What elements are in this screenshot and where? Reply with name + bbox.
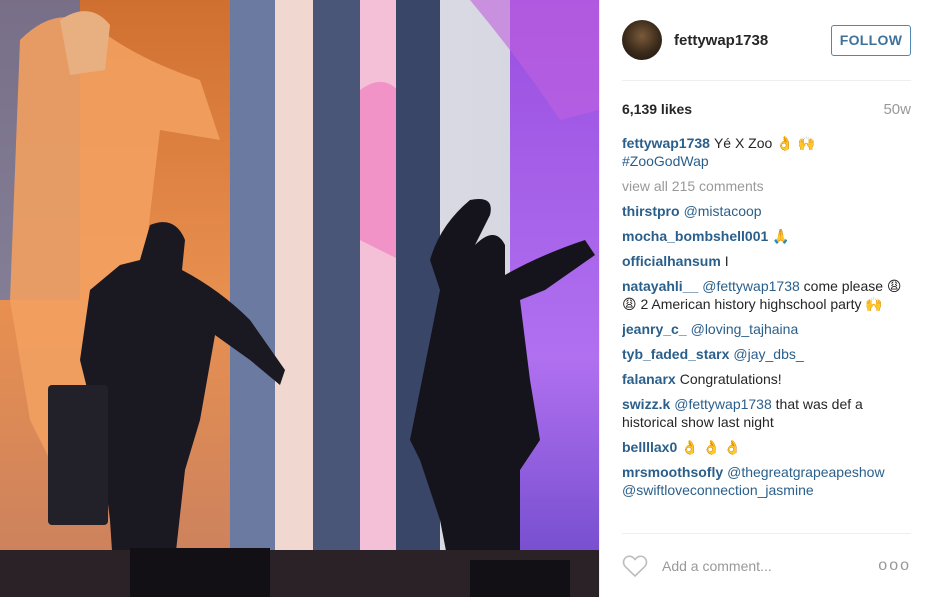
comment-username[interactable]: jeanry_c_ (622, 321, 687, 337)
comment-text: Congratulations! (679, 371, 782, 387)
list-item: jeanry_c_ @loving_tajhaina (622, 320, 911, 338)
caption-username[interactable]: fettywap1738 (622, 135, 710, 151)
comment-bar: Add a comment... ooo (622, 533, 911, 598)
caption-text: Yé X Zoo 👌 🙌 (713, 135, 815, 151)
list-item: swizz.k @fettywap1738 that was def a hist… (622, 395, 911, 431)
list-item: bellllax0 👌 👌 👌 (622, 438, 911, 456)
list-item: natayahli__ @fettywap1738 come please 😩 😩… (622, 277, 911, 313)
caption: fettywap1738 Yé X Zoo 👌 🙌 #ZooGodWap (622, 134, 911, 170)
comment-username[interactable]: officialhansum (622, 253, 721, 269)
comment-mention[interactable]: @jay_dbs_ (733, 346, 803, 362)
heart-icon[interactable] (622, 554, 648, 578)
list-item: falanarx Congratulations! (622, 370, 911, 388)
post-side-panel: fettywap1738 FOLLOW 6,139 likes 50w fett… (599, 0, 933, 597)
list-item: tyb_faded_starx @jay_dbs_ (622, 345, 911, 363)
comment-text: 🙏 (772, 228, 790, 244)
caption-hashtag[interactable]: #ZooGodWap (622, 153, 709, 169)
add-comment-input[interactable]: Add a comment... (662, 558, 878, 574)
likes-count[interactable]: 6,139 likes (622, 101, 692, 117)
list-item: thirstpro @mistacoop (622, 202, 911, 220)
list-item: mrsmoothsofly @thegreatgrapeapeshow @swif… (622, 463, 911, 499)
comment-username[interactable]: natayahli__ (622, 278, 698, 294)
comment-username[interactable]: bellllax0 (622, 439, 677, 455)
comment-username[interactable]: mrsmoothsofly (622, 464, 723, 480)
comment-mention[interactable]: @fettywap1738 (702, 278, 800, 294)
comment-username[interactable]: mocha_bombshell001 (622, 228, 768, 244)
list-item: mocha_bombshell001 🙏 (622, 227, 911, 245)
post-stats: 6,139 likes 50w (622, 100, 911, 118)
avatar[interactable] (622, 20, 662, 60)
concert-photo-image (0, 0, 599, 597)
comment-text: 👌 👌 👌 (681, 439, 742, 455)
list-item: officialhansum I (622, 252, 911, 270)
post-header: fettywap1738 FOLLOW (622, 0, 911, 81)
comment-username[interactable]: falanarx (622, 371, 676, 387)
comment-mention[interactable]: @loving_tajhaina (691, 321, 799, 337)
post-photo[interactable] (0, 0, 599, 597)
comment-mention[interactable]: @mistacoop (684, 203, 762, 219)
follow-button[interactable]: FOLLOW (831, 24, 911, 56)
more-options-icon[interactable]: ooo (878, 557, 911, 575)
comment-mention[interactable]: @fettywap1738 (674, 396, 772, 412)
comment-username[interactable]: thirstpro (622, 203, 680, 219)
comment-username[interactable]: swizz.k (622, 396, 670, 412)
post-username[interactable]: fettywap1738 (674, 32, 831, 49)
comment-username[interactable]: tyb_faded_starx (622, 346, 729, 362)
comment-text: I (724, 253, 729, 269)
post-age[interactable]: 50w (883, 101, 911, 118)
comments-list[interactable]: fettywap1738 Yé X Zoo 👌 🙌 #ZooGodWap view… (622, 134, 911, 526)
view-all-comments-link[interactable]: view all 215 comments (622, 177, 911, 195)
